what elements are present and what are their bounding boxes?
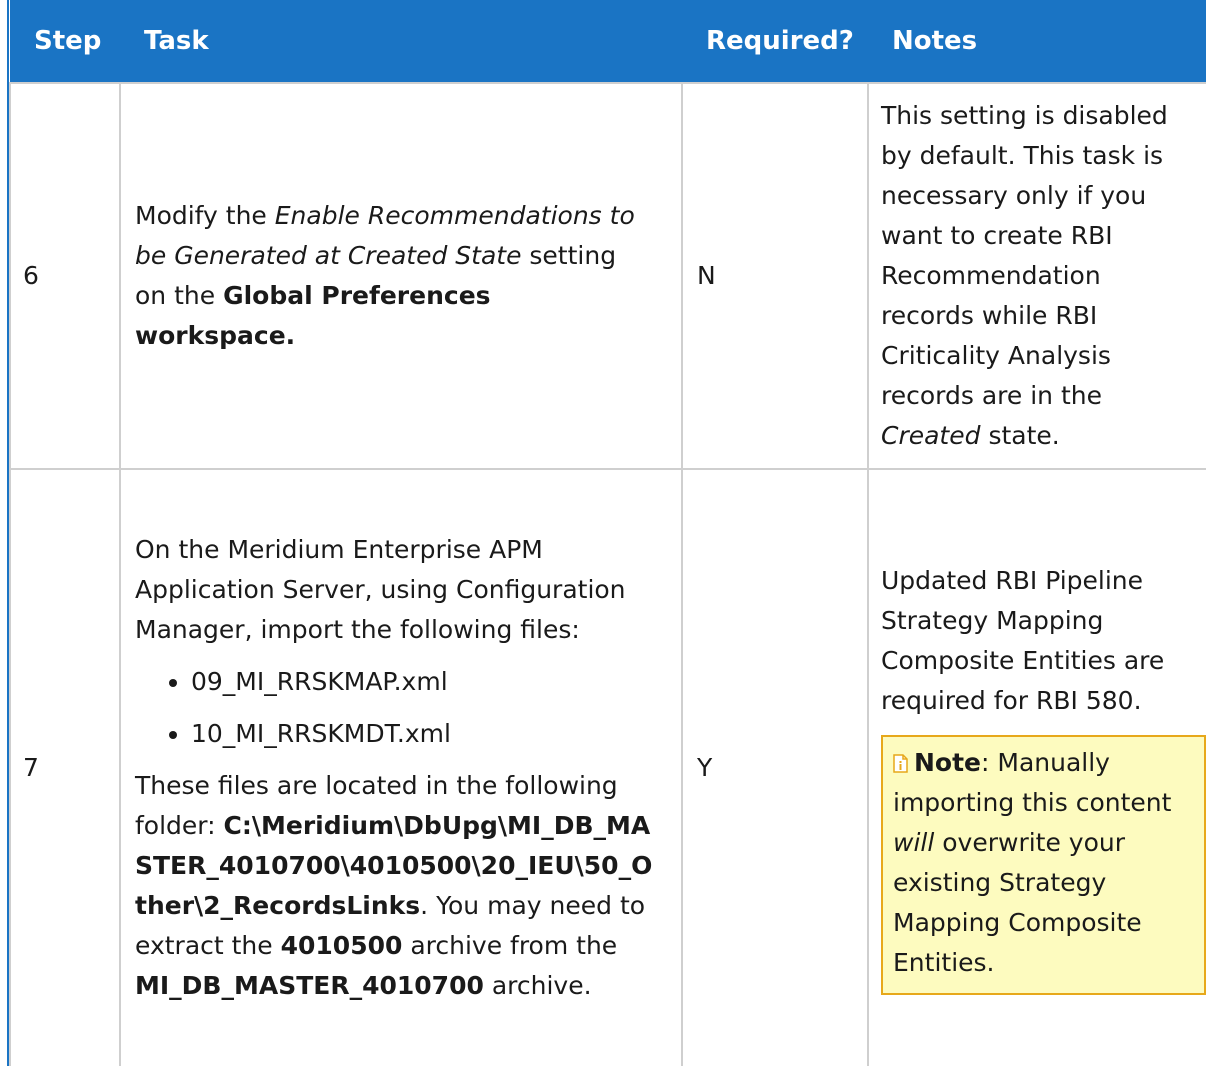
upgrade-steps-table: Step Task Required? Notes 6 Modify the E… — [9, 0, 1206, 1066]
step-number: 7 — [9, 468, 121, 1066]
location-text: archive from the — [402, 931, 618, 960]
header-task: Task — [120, 0, 682, 83]
note-label: Note — [914, 748, 982, 777]
task-intro: On the Meridium Enterprise APM Applicati… — [135, 535, 626, 644]
task-cell: Modify the Enable Recommendations to be … — [119, 82, 683, 470]
table-row: 6 Modify the Enable Recommendations to b… — [9, 82, 1206, 470]
header-step: Step — [10, 0, 120, 83]
notes-cell: Updated RBI Pipeline Strategy Mapping Co… — [867, 468, 1206, 1066]
header-notes: Notes — [868, 0, 1206, 83]
table-row: 7 On the Meridium Enterprise APM Applica… — [9, 468, 1206, 1066]
note-emphasis: will — [893, 828, 935, 857]
notes-text: state. — [980, 421, 1060, 450]
table-frame: Step Task Required? Notes 6 Modify the E… — [7, 0, 1206, 1066]
state-name: Created — [881, 421, 981, 450]
archive-inner: 4010500 — [280, 931, 403, 960]
required-cell: Y — [681, 468, 869, 1066]
list-item: 10_MI_RRSKMDT.xml — [191, 714, 659, 754]
header-required: Required? — [682, 0, 868, 83]
notes-text: This setting is disabled by default. Thi… — [881, 101, 1168, 410]
task-text: Modify the — [135, 201, 275, 230]
list-item: 09_MI_RRSKMAP.xml — [191, 662, 659, 702]
file-list: 09_MI_RRSKMAP.xml 10_MI_RRSKMDT.xml — [135, 662, 659, 754]
step-number: 6 — [9, 82, 121, 470]
task-cell: On the Meridium Enterprise APM Applicati… — [119, 468, 683, 1066]
notes-cell: This setting is disabled by default. Thi… — [867, 82, 1206, 470]
archive-outer: MI_DB_MASTER_4010700 — [135, 971, 484, 1000]
required-cell: N — [681, 82, 869, 470]
table-header-row: Step Task Required? Notes — [10, 0, 1206, 83]
note-callout: Note: Manually importing this content wi… — [881, 735, 1206, 995]
folder-location-text: These files are located in the following… — [135, 766, 659, 1006]
location-text: archive. — [483, 971, 592, 1000]
notes-text: Updated RBI Pipeline Strategy Mapping Co… — [881, 566, 1165, 715]
note-icon — [893, 754, 908, 773]
